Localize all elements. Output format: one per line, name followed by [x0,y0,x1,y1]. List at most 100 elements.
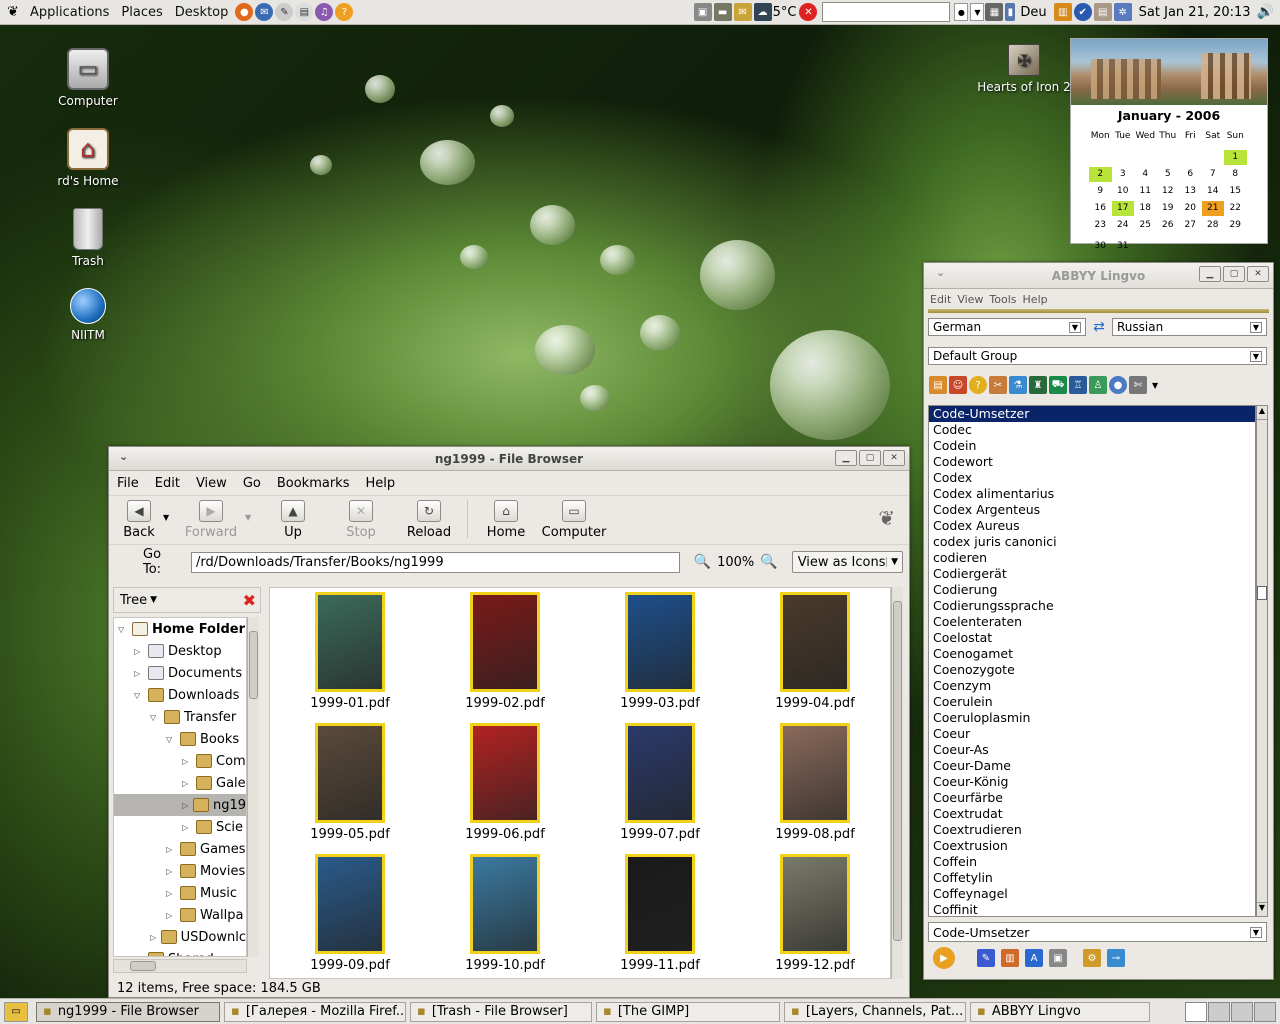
window-titlebar[interactable]: ⌄ ABBYY Lingvo ▁ ▢ ✕ [924,263,1273,289]
desktop-icon-niitm[interactable]: NIITM [38,288,138,342]
bulb-icon[interactable]: ● [1109,376,1127,394]
tree-row[interactable]: ▽ Transfer [114,706,246,728]
calendar-day[interactable]: 13 [1179,184,1202,199]
calendar-day[interactable]: 27 [1179,218,1202,233]
menu-edit[interactable]: Edit [930,293,951,306]
workspace-3[interactable] [1231,1001,1253,1022]
dropdown-arrow-icon[interactable]: ● [954,3,969,21]
back-button[interactable]: ◀ Back [115,500,163,544]
minimize-button[interactable]: ▁ [1199,266,1221,282]
tree-row[interactable]: ▷ ng19 [114,794,246,816]
window-menu-icon[interactable]: ⌄ [119,450,128,463]
back-history-dropdown[interactable]: ▼ [163,513,177,544]
scroll-thumb[interactable] [130,961,156,971]
taskbar-button[interactable]: ▪ ABBYY Lingvo [970,1001,1150,1022]
window-titlebar[interactable]: ⌄ ng1999 - File Browser ▁ ▢ ✕ [109,447,909,471]
scroll-thumb[interactable] [1257,586,1267,600]
tree-row[interactable]: ▷ Scie [114,816,246,838]
tree-row[interactable]: ▽ Books [114,728,246,750]
word-list-item[interactable]: codieren [929,550,1255,566]
file-icon-item[interactable]: 1999-11.pdf [600,854,720,973]
tree-row[interactable]: ▽ Downloads [114,684,246,706]
file-icon-item[interactable]: 1999-12.pdf [755,854,875,973]
word-search-input[interactable]: Code-Umsetzer ▼ [928,922,1267,942]
file-icon-item[interactable]: 1999-02.pdf [445,592,565,711]
menu-desktop[interactable]: Desktop [169,5,235,20]
menu-bookmarks[interactable]: Bookmarks [277,476,350,491]
word-list-item[interactable]: Coenozygote [929,662,1255,678]
expander-open-icon[interactable]: ▽ [166,735,180,744]
media-launcher-icon[interactable]: ♫ [315,3,334,21]
text-a-icon[interactable]: A [1025,949,1043,967]
menu-view[interactable]: View [957,293,983,306]
scroll-up-arrow[interactable]: ▲ [1257,406,1267,420]
swap-languages-icon[interactable]: ⇄ [1086,319,1112,335]
expander-closed-icon[interactable]: ▷ [166,845,180,854]
word-list-scrollbar[interactable]: ▲ ▼ [1256,405,1268,917]
calendar-day[interactable]: 9 [1089,184,1112,199]
calendar-day[interactable]: 24 [1112,218,1135,233]
calendar-day[interactable]: 22 [1224,201,1247,216]
word-list-item[interactable]: Coextrudieren [929,822,1255,838]
forward-button[interactable]: ▶ Forward [177,500,245,544]
menu-places[interactable]: Places [115,5,168,20]
thunderbird-launcher-icon[interactable]: ✉ [255,3,274,21]
calendar-day[interactable]: 8 [1224,167,1247,182]
menu-help[interactable]: Help [1023,293,1048,306]
expander-closed-icon[interactable]: ▷ [182,801,193,810]
calendar-day[interactable]: 25 [1134,218,1157,233]
word-list-item[interactable]: Coeur-Dame [929,758,1255,774]
tree-row[interactable]: ▷ USDownlc [114,926,246,948]
computer-button[interactable]: ▭ Computer [540,500,608,544]
calendar-day[interactable]: 21 [1201,201,1224,216]
expander-closed-icon[interactable]: ▷ [182,779,196,788]
word-list-item[interactable]: Coffeynagel [929,886,1255,902]
menu-help[interactable]: Help [365,476,395,491]
check-applet-icon[interactable]: ✔ [1073,3,1092,21]
menu-tools[interactable]: Tools [989,293,1016,306]
close-sidebar-icon[interactable]: ✖ [243,591,256,610]
glass-icon[interactable]: ♙ [1089,376,1107,394]
workspace-1[interactable] [1185,1001,1207,1022]
tree-row[interactable]: ▷ Desktop [114,640,246,662]
calendar-day[interactable]: 5 [1157,167,1180,182]
menu-view[interactable]: View [196,476,227,491]
car-icon[interactable]: ⛟ [1049,376,1067,394]
scissors-icon[interactable]: ✄ [1129,376,1147,394]
workspace-switcher[interactable] [1185,1001,1276,1022]
taskbar-button[interactable]: ▪ [Галерея - Mozilla Firef... [224,1001,406,1022]
zoom-out-icon[interactable]: 🔍 [694,554,711,570]
expander-closed-icon[interactable]: ▷ [182,823,196,832]
expander-closed-icon[interactable]: ▷ [134,955,148,957]
word-list-item[interactable]: Coenogamet [929,646,1255,662]
source-language-select[interactable]: German ▼ [928,318,1086,336]
word-list-item[interactable]: Codec [929,422,1255,438]
volume-slider-icon[interactable]: ▮ [1005,3,1016,21]
file-icon-item[interactable]: 1999-07.pdf [600,723,720,842]
calendar-day[interactable]: 10 [1112,184,1135,199]
calendar-day[interactable]: 14 [1202,184,1225,199]
calendar-day[interactable]: 23 [1089,218,1112,233]
word-list-item[interactable]: Coeur [929,726,1255,742]
expander-open-icon[interactable]: ▽ [134,691,148,700]
word-list-item[interactable]: Codex Argenteus [929,502,1255,518]
toolbar-more-icon[interactable]: ▼ [1152,381,1158,390]
calendar-day[interactable]: 11 [1134,184,1157,199]
close-button[interactable]: ✕ [1247,266,1269,282]
drive-applet-icon[interactable]: ▬ [713,3,732,21]
home-button[interactable]: ⌂ Home [472,500,540,544]
target-language-select[interactable]: Russian ▼ [1112,318,1267,336]
workspace-4[interactable] [1254,1001,1276,1022]
file-view-scrollbar[interactable] [891,587,903,979]
help-launcher-icon[interactable]: ? [335,3,354,21]
desktop-icon-computer[interactable]: ▭ Computer [38,48,138,108]
file-icon-item[interactable]: 1999-05.pdf [290,723,410,842]
settings-icon[interactable]: ⚙ [1083,949,1101,967]
word-list-item[interactable]: Coeruloplasmin [929,710,1255,726]
expander-closed-icon[interactable]: ▷ [166,867,180,876]
stop-button[interactable]: ✕ Stop [327,500,395,544]
expander-closed-icon[interactable]: ▷ [150,933,161,942]
dictionary-icon[interactable]: ▤ [929,376,947,394]
tools-icon[interactable]: ✂ [989,376,1007,394]
taskbar-button[interactable]: ▪ ng1999 - File Browser [36,1001,220,1022]
